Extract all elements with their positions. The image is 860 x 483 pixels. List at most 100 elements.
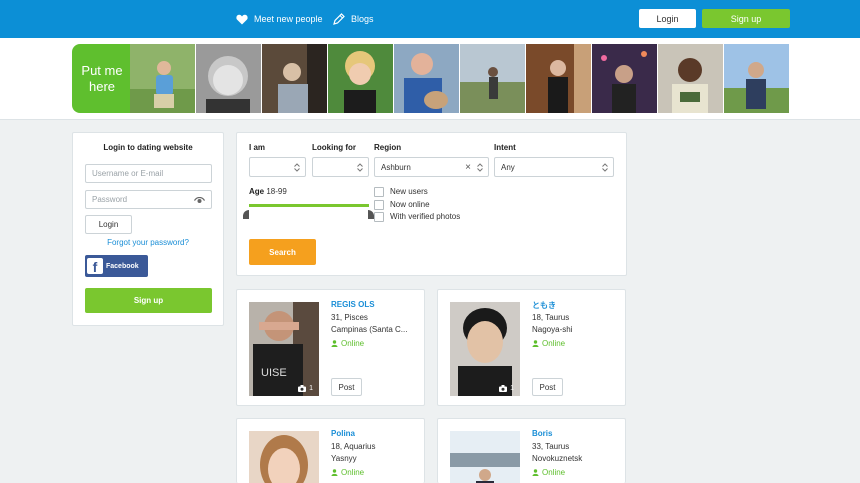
profile-photo[interactable] [450,431,520,483]
search-panel: I am Looking for Region Ashburn × Intent… [236,132,627,276]
profile-name[interactable]: ともき [532,300,556,311]
profile-location: Yasnyy [331,454,357,463]
age-slider-min-handle[interactable] [243,210,249,219]
photo-count: 1 [499,385,514,392]
facebook-login-button[interactable]: f Facebook [85,255,148,277]
checkbox-label: With verified photos [390,212,461,221]
member-photo-7[interactable] [526,44,591,113]
profile-card: Boris 33, Taurus Novokuznetsk Online [437,418,626,483]
region-select[interactable]: Ashburn × [374,157,489,177]
header-login-button[interactable]: Login [639,9,696,28]
member-photo-4[interactable] [328,44,393,113]
username-input[interactable]: Username or E-mail [85,164,212,183]
forgot-password-link[interactable]: Forgot your password? [73,238,223,247]
login-panel: Login to dating website Username or E-ma… [72,132,224,326]
region-label: Region [374,143,402,152]
profile-photo[interactable]: 1 [450,302,520,396]
clear-region-icon[interactable]: × [465,162,471,173]
facebook-label: Facebook [106,262,139,270]
put-me-here-button[interactable]: Put me here [72,44,132,113]
heart-icon [236,14,248,24]
member-photo-5[interactable] [394,44,459,113]
intent-select[interactable]: Any [494,157,614,177]
nav-meet-new-people[interactable]: Meet new people [236,12,323,26]
profile-card: Polina 18, Aquarius Yasnyy Online [236,418,425,483]
profile-location: Novokuznetsk [532,454,583,463]
user-online-icon [532,469,539,476]
member-photo-1[interactable] [130,44,195,113]
user-online-icon [331,469,338,476]
online-label: Online [341,468,365,477]
signup-button[interactable]: Sign up [85,288,212,313]
age-title: Age [249,187,265,196]
svg-text:UISE: UISE [261,367,287,379]
user-online-icon [532,340,539,347]
profile-age-sign: 31, Pisces [331,313,368,322]
member-photo-8[interactable] [592,44,657,113]
login-title: Login to dating website [103,143,193,152]
login-button[interactable]: Login [85,215,132,234]
profile-card: 1 ともき 18, Taurus Nagoya-shi Online Post [437,289,626,406]
profile-age-sign: 33, Taurus [532,442,570,451]
online-label: Online [341,339,365,348]
member-photo-10[interactable] [724,44,789,113]
profile-age-sign: 18, Aquarius [331,442,376,451]
password-placeholder: Password [92,195,128,204]
checkbox-now-online[interactable]: Now online [374,199,430,210]
online-status: Online [532,468,565,477]
checkbox-verified-photos[interactable]: With verified photos [374,211,460,222]
photo-count: 1 [298,385,313,392]
sort-arrows-icon [602,163,608,172]
profile-photo[interactable] [249,431,319,483]
online-status: Online [532,339,565,348]
post-button[interactable]: Post [331,378,362,396]
profile-location: Campinas (Santa C... [331,325,408,334]
member-photo-3[interactable] [262,44,327,113]
post-button[interactable]: Post [532,378,563,396]
member-photo-9[interactable] [658,44,723,113]
online-status: Online [331,339,364,348]
eye-icon[interactable] [194,197,205,204]
nav-blogs[interactable]: Blogs [333,12,374,26]
checkbox[interactable] [374,186,384,197]
photo-count-value: 1 [309,385,313,392]
intent-label: Intent [494,143,516,152]
sort-arrows-icon [357,163,363,172]
i-am-label: I am [249,143,266,152]
age-value: 18-99 [266,187,287,196]
age-slider-track[interactable] [249,204,369,207]
profile-age-sign: 18, Taurus [532,313,570,322]
member-photo-strip: Put me here [0,38,860,120]
looking-for-select[interactable] [312,157,369,177]
checkbox[interactable] [374,199,384,210]
password-input[interactable]: Password [85,190,212,209]
header-signup-button[interactable]: Sign up [702,9,790,28]
i-am-select[interactable] [249,157,306,177]
online-status: Online [331,468,364,477]
profile-name[interactable]: Boris [532,429,552,438]
profile-photo[interactable]: UISE 1 [249,302,319,396]
checkbox[interactable] [374,211,384,222]
camera-icon [499,385,508,392]
facebook-icon: f [87,258,103,274]
online-label: Online [542,468,566,477]
nav-label: Meet new people [254,14,323,24]
top-navigation-bar: Meet new people Blogs Login Sign up [0,0,860,38]
search-button[interactable]: Search [249,239,316,265]
profile-card: UISE 1 REGIS OLS 31, Pisces Campinas (Sa… [236,289,425,406]
member-photo-2[interactable] [196,44,261,113]
user-online-icon [331,340,338,347]
member-photo-6[interactable] [460,44,525,113]
checkbox-new-users[interactable]: New users [374,186,428,197]
profile-name[interactable]: Polina [331,429,355,438]
profile-name[interactable]: REGIS OLS [331,300,375,309]
region-value: Ashburn [381,162,411,172]
sort-arrows-icon [477,163,483,172]
online-label: Online [542,339,566,348]
pencil-icon [333,13,345,25]
checkbox-label: New users [390,187,428,196]
age-label: Age 18-99 [249,187,287,196]
sort-arrows-icon [294,163,300,172]
nav-label: Blogs [351,14,374,24]
profile-location: Nagoya-shi [532,325,573,334]
